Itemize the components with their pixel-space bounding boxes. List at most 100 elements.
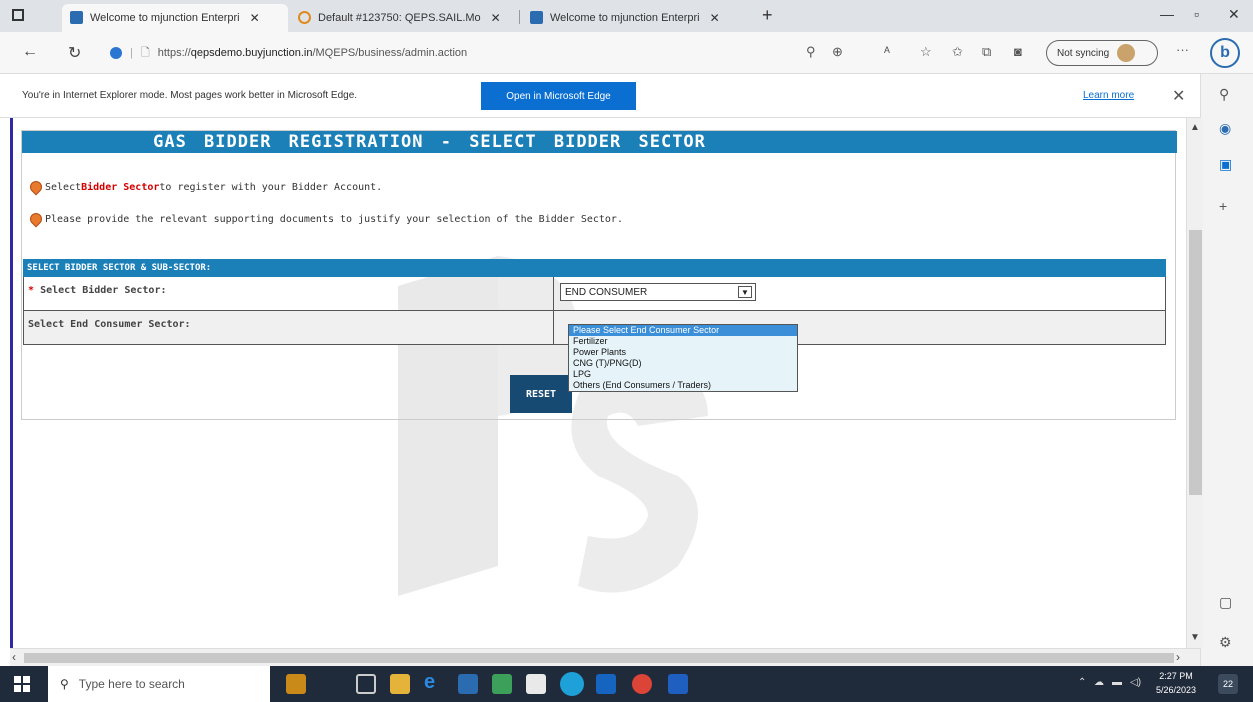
outlook-icon[interactable] [596, 674, 616, 694]
avatar [1117, 44, 1136, 62]
scroll-thumb[interactable] [24, 653, 1174, 663]
search-icon[interactable]: ⚲ [1219, 86, 1229, 103]
key-icon[interactable]: ⚲ [806, 44, 816, 60]
end-consumer-sector-label: Select End Consumer Sector: [24, 311, 554, 344]
show-hidden-icons-icon[interactable]: ⌃ [1078, 677, 1086, 688]
edge-icon[interactable] [560, 672, 584, 696]
mail-icon[interactable] [458, 674, 478, 694]
collections-icon[interactable]: ⧉ [982, 44, 991, 60]
maximize-icon[interactable]: ▫ [1194, 6, 1199, 22]
learn-more-link[interactable]: Learn more [1083, 90, 1134, 101]
profile-sync-button[interactable]: Not syncing [1046, 40, 1158, 66]
close-window-icon[interactable]: ✕ [1228, 6, 1240, 23]
dropdown-option[interactable]: Others (End Consumers / Traders) [569, 380, 797, 391]
section-header: SELECT BIDDER SECTOR & SUB-SECTOR: [23, 259, 1166, 277]
favorites-bar-icon[interactable]: ✩ [952, 44, 963, 60]
instruction-line-2: Please provide the relevant supporting d… [27, 210, 623, 228]
sidebar-layout-icon[interactable]: ▢ [1219, 594, 1232, 611]
close-infobar-icon[interactable]: ✕ [1172, 86, 1185, 106]
reset-button[interactable]: RESET [510, 375, 572, 413]
registration-panel: GAS BIDDER REGISTRATION - SELECT BIDDER … [21, 130, 1177, 420]
note1-highlight: Bidder Sector [81, 181, 160, 193]
page-viewport: GAS BIDDER REGISTRATION - SELECT BIDDER … [10, 118, 1203, 648]
ie-mode-message: You're in Internet Explorer mode. Most p… [22, 90, 358, 101]
task-view-icon[interactable] [356, 674, 376, 694]
minimize-icon[interactable]: — [1160, 6, 1174, 22]
sync-label: Not syncing [1057, 47, 1110, 59]
clock-date: 5/26/2023 [1156, 685, 1197, 695]
window-menu-icon[interactable] [12, 9, 24, 21]
address-toolbar: ← ↻ | 🗋 https:// qepsdemo.buyjunction.in… [0, 32, 1253, 74]
dropdown-option[interactable]: LPG [569, 369, 797, 380]
loading-favicon-icon [298, 11, 311, 24]
tab-title: Welcome to mjunction Enterpri [90, 12, 240, 24]
taskbar-search-input[interactable]: ⚲ Type here to search [48, 666, 270, 702]
search-icon: ⚲ [60, 677, 69, 691]
dropdown-option[interactable]: Power Plants [569, 347, 797, 358]
back-arrow-icon[interactable]: ← [22, 43, 38, 61]
more-menu-icon[interactable]: ··· [1176, 42, 1189, 57]
scroll-right-icon[interactable]: › [1176, 650, 1180, 664]
discover-icon[interactable]: ◉ [1219, 120, 1231, 137]
dropdown-option[interactable]: CNG (T)/PNG(D) [569, 358, 797, 369]
tab-welcome-1[interactable]: Welcome to mjunction Enterpri ✕ [62, 4, 288, 32]
chrome-icon[interactable] [632, 674, 652, 694]
bidder-sector-select[interactable]: END CONSUMER ▼ [560, 283, 756, 301]
network-icon[interactable]: ▬ [1112, 677, 1122, 688]
bidder-sector-cell: END CONSUMER ▼ [554, 277, 1165, 310]
clock-time: 2:27 PM [1159, 671, 1193, 681]
vertical-scrollbar[interactable]: ▲ ▼ [1186, 118, 1203, 648]
search-placeholder: Type here to search [78, 677, 185, 691]
page-title: GAS BIDDER REGISTRATION - SELECT BIDDER … [22, 131, 1177, 153]
close-tab-icon[interactable]: ✕ [710, 11, 720, 25]
onedrive-icon[interactable]: ☁ [1094, 677, 1104, 688]
horizontal-scrollbar[interactable]: ‹ › [10, 648, 1200, 666]
end-consumer-sector-dropdown[interactable]: Please Select End Consumer Sector Fertil… [568, 324, 798, 392]
scroll-thumb[interactable] [1189, 230, 1202, 495]
store-icon[interactable] [526, 674, 546, 694]
dropdown-option[interactable]: Fertilizer [569, 336, 797, 347]
refresh-icon[interactable]: ↻ [68, 43, 81, 63]
url-prefix: https:// [157, 47, 191, 59]
windows-start-icon[interactable] [14, 676, 30, 692]
scroll-down-icon[interactable]: ▼ [1190, 632, 1200, 643]
work-bag-icon[interactable] [286, 674, 306, 694]
favorites-star-icon[interactable]: ☆ [920, 44, 932, 60]
page-info-icon[interactable]: 🗋 [141, 44, 150, 63]
bing-chat-icon[interactable]: b [1210, 38, 1240, 68]
tab-separator [519, 10, 520, 24]
system-clock[interactable]: 2:27 PM 5/26/2023 [1156, 669, 1196, 697]
map-pin-icon [27, 178, 45, 196]
outlook-icon[interactable]: ▣ [1219, 156, 1232, 173]
read-aloud-icon[interactable]: ᴬ [884, 44, 890, 59]
address-bar[interactable]: | 🗋 https:// qepsdemo.buyjunction.in /MQ… [110, 40, 870, 66]
ie-mode-infobar: You're in Internet Explorer mode. Most p… [0, 74, 1200, 118]
scroll-up-icon[interactable]: ▲ [1190, 122, 1200, 133]
add-sidebar-app-icon[interactable]: + [1219, 198, 1227, 214]
windows-taskbar: ⚲ Type here to search e ⌃ ☁ ▬ ◁) 2:27 PM… [0, 666, 1253, 702]
extensions-icon[interactable]: ◙ [1014, 44, 1022, 59]
word-icon[interactable] [668, 674, 688, 694]
open-in-edge-button[interactable]: Open in Microsoft Edge [481, 82, 636, 110]
dropdown-option[interactable]: Please Select End Consumer Sector [569, 325, 797, 336]
internet-explorer-icon[interactable]: e [424, 671, 444, 693]
notifications-badge[interactable]: 22 [1218, 674, 1238, 694]
settings-gear-icon[interactable]: ⚙ [1219, 634, 1232, 651]
teams-icon[interactable] [492, 674, 512, 694]
divider: | [130, 47, 133, 59]
close-tab-icon[interactable]: ✕ [491, 11, 501, 25]
chevron-down-icon[interactable]: ▼ [738, 286, 752, 298]
zoom-icon[interactable]: ⊕ [832, 44, 843, 60]
file-explorer-icon[interactable] [390, 674, 410, 694]
new-tab-icon[interactable]: + [762, 5, 773, 26]
tab-default-123750[interactable]: Default #123750: QEPS.SAIL.Mo ✕ [290, 4, 518, 32]
close-tab-icon[interactable]: ✕ [250, 11, 260, 25]
url-host: qepsdemo.buyjunction.in [190, 47, 313, 59]
volume-icon[interactable]: ◁) [1130, 677, 1141, 688]
bidder-sector-label-text: Select Bidder Sector: [40, 285, 167, 296]
ie-mode-icon[interactable] [110, 47, 122, 59]
scroll-left-icon[interactable]: ‹ [12, 650, 16, 664]
tab-title: Welcome to mjunction Enterpri [550, 12, 700, 24]
title-bar: Welcome to mjunction Enterpri ✕ Default … [0, 0, 1253, 32]
tab-welcome-2[interactable]: Welcome to mjunction Enterpri ✕ [522, 4, 754, 32]
